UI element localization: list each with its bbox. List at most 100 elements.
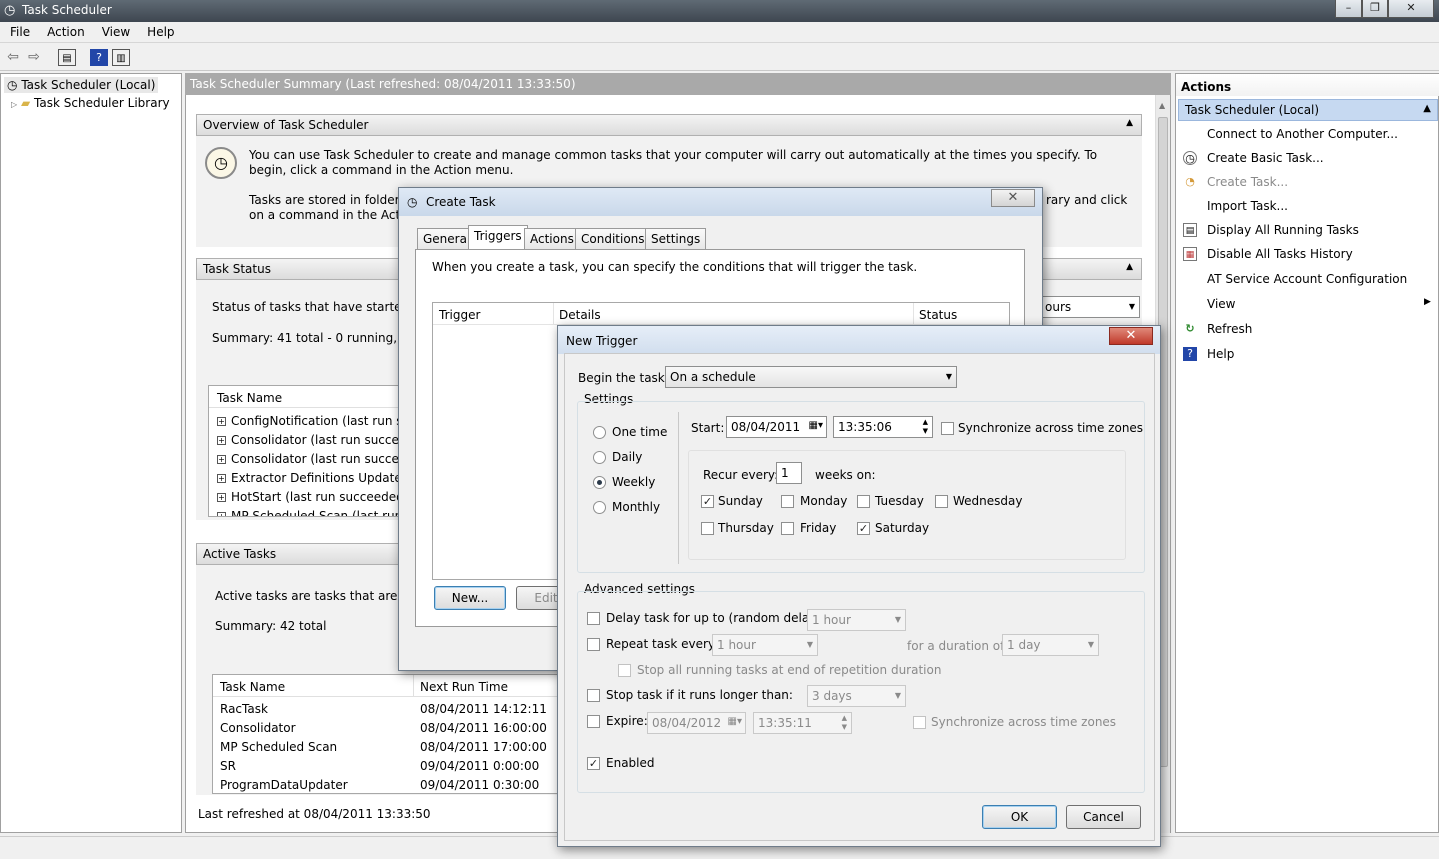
- collapse-caret-icon[interactable]: ▲: [1126, 118, 1133, 128]
- new-trigger-button[interactable]: New...: [434, 586, 506, 610]
- action-at-service[interactable]: AT Service Account Configuration: [1207, 272, 1407, 286]
- time-spinner-icon[interactable]: ▲ ▼: [842, 714, 847, 732]
- stop-longer-select[interactable]: 3 days ▼: [807, 685, 906, 707]
- radio-monthly[interactable]: [593, 501, 606, 514]
- status-period-select[interactable]: ours ▼: [1040, 296, 1140, 318]
- stop-longer-label[interactable]: Stop task if it runs longer than:: [606, 688, 793, 702]
- collapse-triangle-icon[interactable]: ▲: [1423, 103, 1431, 114]
- expand-plus-icon[interactable]: +: [217, 512, 226, 516]
- repeat-task-label[interactable]: Repeat task every:: [606, 637, 718, 651]
- menu-file[interactable]: File: [0, 22, 37, 39]
- list-item[interactable]: + MP Scheduled Scan (last run su: [217, 509, 407, 516]
- stop-all-label[interactable]: Stop all running tasks at end of repetit…: [637, 663, 941, 677]
- stop-longer-checkbox[interactable]: [587, 689, 600, 702]
- task-status-list[interactable]: Task Name + ConfigNotification (last run …: [208, 385, 408, 517]
- duration-select[interactable]: 1 day ▼: [1002, 634, 1099, 656]
- expand-plus-icon[interactable]: +: [217, 436, 226, 445]
- column-divider[interactable]: [413, 675, 414, 697]
- table-row[interactable]: MP Scheduled Scan: [220, 740, 337, 754]
- list-item[interactable]: + Consolidator (last run succeede: [217, 433, 407, 447]
- overview-header[interactable]: Overview of Task Scheduler ▲: [196, 114, 1142, 136]
- tree-item-local[interactable]: ◷ Task Scheduler (Local): [4, 77, 159, 93]
- back-arrow-icon[interactable]: ⇦: [4, 49, 22, 66]
- start-time-input[interactable]: 13:35:06 ▲ ▼: [833, 416, 933, 438]
- action-create-basic-task[interactable]: Create Basic Task...: [1207, 151, 1324, 165]
- column-task-name[interactable]: Task Name: [220, 680, 285, 694]
- expire-time-input[interactable]: 13:35:11 ▲ ▼: [753, 712, 852, 734]
- column-details[interactable]: Details: [559, 308, 601, 322]
- expand-plus-icon[interactable]: +: [217, 417, 226, 426]
- day-monday-label[interactable]: Monday: [800, 494, 847, 508]
- day-saturday-label[interactable]: Saturday: [875, 521, 929, 535]
- close-button[interactable]: ✕: [1388, 0, 1434, 18]
- expand-plus-icon[interactable]: +: [217, 455, 226, 464]
- radio-daily-label[interactable]: Daily: [612, 450, 642, 464]
- tab-triggers[interactable]: Triggers: [468, 225, 528, 250]
- calendar-dropdown-icon[interactable]: ▦▾: [809, 420, 823, 431]
- action-refresh[interactable]: Refresh: [1207, 322, 1252, 336]
- expire-sync-checkbox[interactable]: [913, 716, 926, 729]
- console-tree-icon[interactable]: ▤: [58, 49, 76, 66]
- minimize-button[interactable]: –: [1335, 0, 1362, 18]
- radio-one-time[interactable]: [593, 426, 606, 439]
- radio-daily[interactable]: [593, 451, 606, 464]
- table-row[interactable]: ProgramDataUpdater: [220, 778, 348, 792]
- create-task-close-button[interactable]: ✕: [991, 189, 1035, 207]
- action-display-running[interactable]: Display All Running Tasks: [1207, 223, 1359, 237]
- cancel-button[interactable]: Cancel: [1066, 805, 1141, 829]
- enabled-label[interactable]: Enabled: [606, 756, 655, 770]
- column-trigger[interactable]: Trigger: [439, 308, 480, 322]
- repeat-select[interactable]: 1 hour ▼: [712, 634, 818, 656]
- begin-task-select[interactable]: On a schedule ▼: [665, 366, 957, 388]
- expand-plus-icon[interactable]: +: [217, 493, 226, 502]
- new-trigger-close-button[interactable]: ✕: [1109, 327, 1153, 345]
- action-create-task[interactable]: Create Task...: [1207, 175, 1288, 189]
- day-thursday-checkbox[interactable]: [701, 522, 714, 535]
- collapse-caret-icon[interactable]: ▲: [1126, 262, 1133, 272]
- radio-weekly-label[interactable]: Weekly: [612, 475, 655, 489]
- menu-view[interactable]: View: [92, 22, 137, 39]
- table-row[interactable]: Consolidator: [220, 721, 296, 735]
- list-item[interactable]: + Consolidator (last run succeede: [217, 452, 407, 466]
- list-item[interactable]: + HotStart (last run succeeded at: [217, 490, 407, 504]
- stop-all-checkbox[interactable]: [618, 664, 631, 677]
- actions-group-header[interactable]: Task Scheduler (Local) ▲: [1178, 99, 1438, 121]
- column-status[interactable]: Status: [919, 308, 957, 322]
- column-task-name[interactable]: Task Name: [217, 391, 282, 405]
- delay-select[interactable]: 1 hour ▼: [807, 609, 906, 631]
- action-pane-icon[interactable]: ▥: [112, 49, 130, 66]
- menu-action[interactable]: Action: [37, 22, 92, 39]
- radio-monthly-label[interactable]: Monthly: [612, 500, 660, 514]
- column-divider[interactable]: [553, 303, 554, 325]
- repeat-task-checkbox[interactable]: [587, 638, 600, 651]
- list-item[interactable]: + ConfigNotification (last run suc: [217, 414, 407, 428]
- expand-plus-icon[interactable]: +: [217, 474, 226, 483]
- maximize-button[interactable]: ❐: [1362, 0, 1388, 18]
- start-date-picker[interactable]: 08/04/2011 ▦▾: [726, 416, 827, 438]
- expire-checkbox[interactable]: [587, 715, 600, 728]
- action-disable-history[interactable]: Disable All Tasks History: [1207, 247, 1353, 261]
- day-monday-checkbox[interactable]: [781, 495, 794, 508]
- tab-conditions[interactable]: Conditions: [575, 228, 651, 250]
- column-next-run-time[interactable]: Next Run Time: [420, 680, 508, 694]
- sync-time-zones-label[interactable]: Synchronize across time zones: [958, 421, 1143, 435]
- radio-one-time-label[interactable]: One time: [612, 425, 667, 439]
- table-row[interactable]: RacTask: [220, 702, 268, 716]
- scroll-up-arrow-icon[interactable]: ▲: [1159, 101, 1165, 110]
- active-tasks-table[interactable]: Task Name Next Run Time RacTask 08/04/20…: [212, 674, 572, 794]
- delay-task-checkbox[interactable]: [587, 612, 600, 625]
- day-wednesday-checkbox[interactable]: [935, 495, 948, 508]
- delay-task-label[interactable]: Delay task for up to (random delay):: [606, 611, 825, 625]
- tree-item-library[interactable]: ▷ ▰ Task Scheduler Library: [11, 96, 170, 110]
- table-row[interactable]: SR: [220, 759, 236, 773]
- enabled-checkbox[interactable]: ✓: [587, 757, 600, 770]
- action-view[interactable]: View: [1207, 297, 1235, 311]
- expand-arrow-icon[interactable]: ▷: [11, 100, 17, 109]
- day-sunday-label[interactable]: Sunday: [718, 494, 763, 508]
- day-friday-checkbox[interactable]: [781, 522, 794, 535]
- help-icon[interactable]: ?: [90, 49, 108, 66]
- day-tuesday-checkbox[interactable]: [857, 495, 870, 508]
- sync-time-zones-checkbox[interactable]: [941, 422, 954, 435]
- day-tuesday-label[interactable]: Tuesday: [875, 494, 924, 508]
- action-help[interactable]: Help: [1207, 347, 1234, 361]
